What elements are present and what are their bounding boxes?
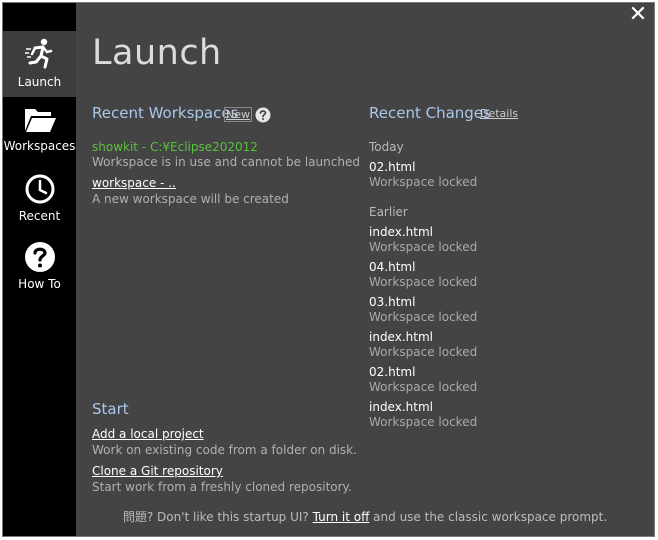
sidebar-item-recent[interactable]: Recent (3, 167, 76, 233)
sidebar-item-label: Launch (17, 75, 62, 89)
change-file[interactable]: 02.html (369, 365, 415, 379)
change-status: Workspace locked (369, 380, 478, 394)
footer: 問題? Don't like this startup UI? Turn it … (76, 508, 654, 525)
turn-it-off-link[interactable]: Turn it off (313, 510, 370, 524)
workspace-item-desc: Workspace is in use and cannot be launch… (92, 155, 360, 169)
workspace-item-desc: A new workspace will be created (92, 192, 289, 206)
change-status: Workspace locked (369, 240, 478, 254)
close-icon[interactable]: ✕ (628, 4, 648, 26)
sidebar-item-workspaces[interactable]: Workspaces (3, 99, 76, 165)
page-title: Launch (92, 33, 222, 73)
recent-workspaces-heading: Recent Workspaces (92, 104, 239, 122)
change-file[interactable]: 02.html (369, 160, 415, 174)
workspace-item-in-use[interactable]: showkit - C:¥Eclipse202012 (92, 140, 258, 154)
change-status: Workspace locked (369, 345, 478, 359)
clock-icon (25, 174, 54, 204)
clone-git-repository-desc: Start work from a freshly cloned reposit… (92, 480, 352, 494)
change-status: Workspace locked (369, 275, 478, 289)
help-icon[interactable] (255, 107, 271, 123)
start-heading: Start (92, 400, 129, 418)
sidebar: Launch Workspaces Recent How To (3, 3, 76, 536)
add-local-project-link[interactable]: Add a local project (92, 427, 204, 441)
change-file[interactable]: index.html (369, 225, 433, 239)
today-group-label: Today (369, 140, 404, 154)
change-file[interactable]: 03.html (369, 295, 415, 309)
sidebar-item-label: Recent (18, 209, 61, 223)
sidebar-item-how-to[interactable]: How To (3, 235, 76, 301)
recent-changes-heading: Recent Changes (369, 104, 491, 122)
folder-open-icon (24, 109, 56, 132)
workspace-item-link[interactable]: workspace - .. (92, 176, 176, 190)
change-file[interactable]: 04.html (369, 260, 415, 274)
footer-suffix: and use the classic workspace prompt. (373, 510, 608, 524)
add-local-project-desc: Work on existing code from a folder on d… (92, 443, 357, 457)
change-file[interactable]: index.html (369, 400, 433, 414)
question-circle-icon (24, 242, 55, 272)
launch-window: Launch Workspaces Recent How To ✕ Launch… (2, 2, 655, 537)
details-link[interactable]: Details (480, 107, 518, 120)
sidebar-item-label: Workspaces (3, 139, 76, 153)
running-person-icon (24, 38, 52, 69)
clone-git-repository-link[interactable]: Clone a Git repository (92, 464, 223, 478)
change-status: Workspace locked (369, 310, 478, 324)
sidebar-item-launch[interactable]: Launch (3, 31, 76, 97)
change-status: Workspace locked (369, 415, 478, 429)
new-workspace-link[interactable]: New (224, 107, 252, 122)
change-file[interactable]: index.html (369, 330, 433, 344)
change-status: Workspace locked (369, 175, 478, 189)
footer-prefix: 問題? Don't like this startup UI? (122, 510, 309, 524)
earlier-group-label: Earlier (369, 205, 408, 219)
sidebar-item-label: How To (18, 277, 61, 291)
